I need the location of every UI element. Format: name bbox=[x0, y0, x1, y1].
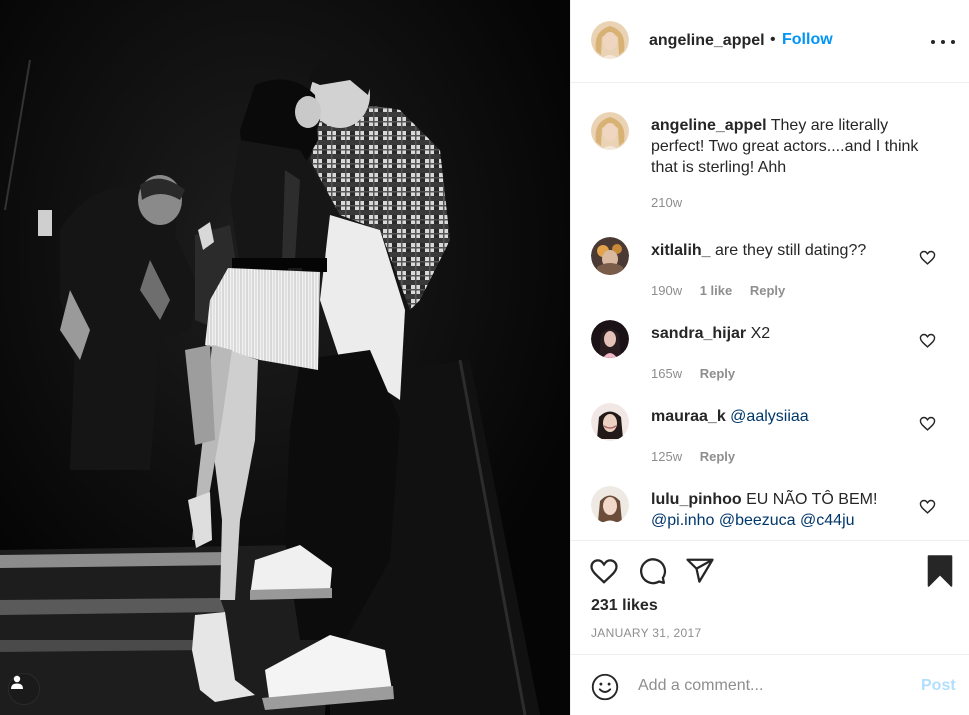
more-dot bbox=[941, 40, 945, 44]
comment-text: lulu_pinhoo EU NÃO TÔ BEM! @pi.inho @bee… bbox=[651, 489, 921, 531]
comment-meta: 125w Reply bbox=[651, 449, 749, 464]
comment-likes-link[interactable]: 1 like bbox=[700, 283, 733, 298]
comment-like-heart-icon[interactable] bbox=[919, 498, 936, 515]
comment-item: xitlalih_ are they still dating?? 190w 1… bbox=[571, 237, 969, 307]
user-tag-icon bbox=[11, 675, 23, 689]
comment-username[interactable]: angeline_appel bbox=[651, 117, 767, 134]
post-actions: 231 likes JANUARY 31, 2017 bbox=[571, 540, 969, 654]
comment-input[interactable] bbox=[638, 673, 908, 699]
comment-time: 165w bbox=[651, 366, 683, 381]
post-date[interactable]: JANUARY 31, 2017 bbox=[591, 626, 701, 640]
post-comment-button[interactable]: Post bbox=[921, 677, 956, 695]
comment-item: sandra_hijar X2 165w Reply bbox=[571, 320, 969, 390]
comment-text: xitlalih_ are they still dating?? bbox=[651, 240, 921, 261]
comment-body: X2 bbox=[750, 325, 771, 342]
comment-mention[interactable]: @c44ju bbox=[800, 512, 855, 529]
comment-username[interactable]: xitlalih_ bbox=[651, 242, 711, 259]
comment-like-heart-icon[interactable] bbox=[919, 249, 936, 266]
commenter-avatar[interactable] bbox=[591, 237, 629, 275]
comment-time: 125w bbox=[651, 449, 683, 464]
comment-meta: 165w Reply bbox=[651, 366, 749, 381]
post-header: angeline_appel • Follow bbox=[571, 0, 969, 83]
reply-button[interactable]: Reply bbox=[700, 449, 735, 464]
comment-bubble-icon[interactable] bbox=[637, 556, 667, 586]
comment-username[interactable]: mauraa_k bbox=[651, 408, 726, 425]
comment-mention[interactable]: @aalysiiaa bbox=[730, 408, 809, 425]
more-dot bbox=[951, 40, 955, 44]
comment-like-heart-icon[interactable] bbox=[919, 415, 936, 432]
post-photo[interactable] bbox=[0, 0, 570, 715]
smiley-icon[interactable] bbox=[591, 673, 619, 701]
comment-mention[interactable]: @pi.inho bbox=[651, 512, 714, 529]
follow-button[interactable]: Follow bbox=[782, 31, 833, 49]
post-detail-panel: angeline_appel • Follow angeline_appel T… bbox=[570, 0, 969, 715]
comment-time: 210w bbox=[651, 195, 683, 210]
comment-time: 190w bbox=[651, 283, 683, 298]
comment-mention[interactable]: @beezuca bbox=[719, 512, 796, 529]
comment-meta: 210w bbox=[651, 195, 696, 210]
separator-dot: • bbox=[770, 31, 776, 48]
photo-illustration bbox=[0, 0, 570, 715]
bookmark-icon[interactable] bbox=[926, 555, 954, 587]
user-tag-button[interactable] bbox=[8, 673, 40, 705]
commenter-avatar[interactable] bbox=[591, 486, 629, 524]
comments-list[interactable]: angeline_appel They are literally perfec… bbox=[571, 84, 969, 540]
comment-text: mauraa_k @aalysiiaa bbox=[651, 406, 921, 427]
paper-plane-icon[interactable] bbox=[685, 556, 715, 586]
more-options-button[interactable] bbox=[931, 32, 955, 52]
reply-button[interactable]: Reply bbox=[700, 366, 735, 381]
heart-icon[interactable] bbox=[589, 556, 619, 586]
commenter-avatar[interactable] bbox=[591, 112, 629, 150]
comment-text: angeline_appel They are literally perfec… bbox=[651, 115, 921, 178]
comment-item: lulu_pinhoo EU NÃO TÔ BEM! @pi.inho @bee… bbox=[571, 486, 969, 540]
comment-item: mauraa_k @aalysiiaa 125w Reply bbox=[571, 403, 969, 473]
comment-like-heart-icon[interactable] bbox=[919, 332, 936, 349]
likes-count[interactable]: 231 likes bbox=[591, 597, 658, 615]
comment-body: are they still dating?? bbox=[715, 242, 867, 259]
comment-text: sandra_hijar X2 bbox=[651, 323, 921, 344]
author-username[interactable]: angeline_appel bbox=[649, 32, 765, 50]
more-horizontal-icon bbox=[931, 40, 935, 44]
comment-body: EU NÃO TÔ BEM! bbox=[746, 491, 878, 508]
author-avatar[interactable] bbox=[591, 21, 629, 59]
comment-meta: 190w 1 like Reply bbox=[651, 283, 799, 298]
comment-username[interactable]: sandra_hijar bbox=[651, 325, 746, 342]
comment-username[interactable]: lulu_pinhoo bbox=[651, 491, 742, 508]
reply-button[interactable]: Reply bbox=[750, 283, 785, 298]
commenter-avatar[interactable] bbox=[591, 320, 629, 358]
caption-comment: angeline_appel They are literally perfec… bbox=[571, 112, 969, 212]
commenter-avatar[interactable] bbox=[591, 403, 629, 441]
add-comment-bar: Post bbox=[571, 654, 969, 715]
